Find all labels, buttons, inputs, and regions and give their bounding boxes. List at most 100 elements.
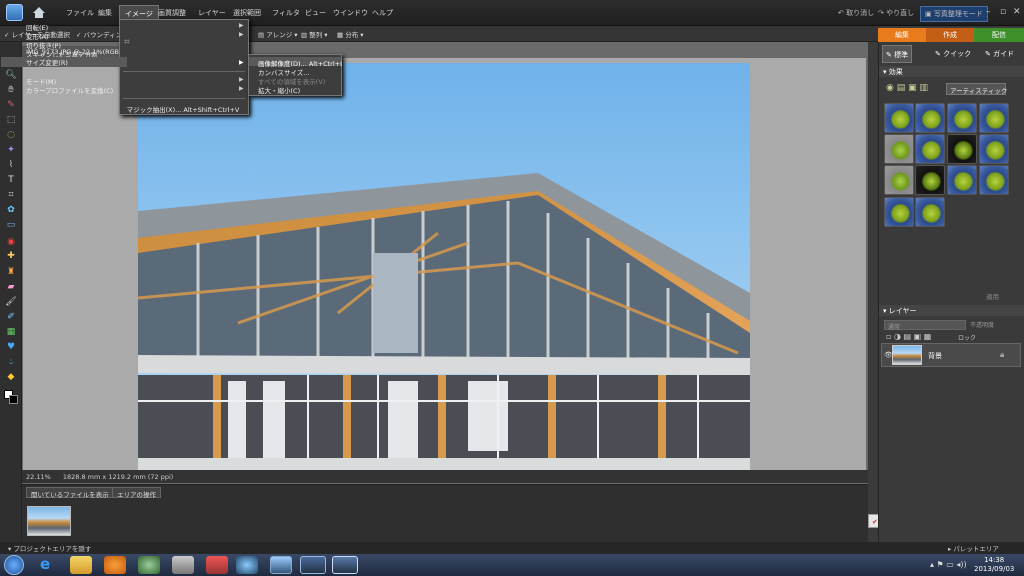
brush-icon[interactable]: 🖌︎ [5,296,17,308]
effects-panel-header[interactable]: ▾ 効果 [879,66,1024,77]
effect-thumb[interactable] [915,197,945,227]
minimize-icon[interactable]: – [986,7,991,17]
clone-stamp-icon[interactable]: ♜ [5,266,17,278]
smart-brush-icon[interactable]: ✐ [5,311,17,323]
tab-create[interactable]: 作成 [926,28,974,42]
effect-thumb[interactable] [979,103,1009,133]
close-icon[interactable]: ✕ [1013,7,1021,17]
chevron-right-icon: ▶ [239,31,244,38]
effect-thumb[interactable] [915,134,945,164]
tab-quick-edit[interactable]: ✎ クイック [932,45,974,63]
home-icon[interactable] [31,5,47,20]
redo-button[interactable]: ↷ やり直し [878,8,914,18]
layer-thumbnail [892,345,922,365]
red-eye-icon[interactable]: ◉ [5,236,17,248]
marquee-icon[interactable]: ⬚ [5,114,17,126]
effects-category-select[interactable]: アーティスティック [946,83,1007,95]
menu-edit[interactable]: 編集 [98,8,112,18]
app-icon-blue[interactable] [236,556,258,574]
effects-filter-icon[interactable]: ◉ ▤ ▣ ▥ [886,83,928,93]
menu-filter[interactable]: フィルタ [272,8,300,18]
sponge-tool-icon[interactable]: ◆ [5,371,17,383]
menu-item-resize[interactable]: サイズ変更(R) [1,57,127,67]
app-icon-s[interactable] [270,556,292,574]
explorer-icon[interactable] [70,556,92,574]
effect-thumb[interactable] [884,165,914,195]
layer-name[interactable]: 背景 [928,351,942,361]
ie-icon[interactable]: e [40,555,50,573]
elements-editor-icon[interactable] [332,556,358,574]
shape-tool-icon[interactable]: ♥ [5,341,17,353]
effect-thumb[interactable] [884,134,914,164]
magic-wand-icon[interactable]: ✦ [5,144,17,156]
zoom-tool-icon[interactable]: 🔍︎ [5,69,17,81]
effect-thumb[interactable] [915,103,945,133]
crop-tool-icon[interactable]: ⌗ [5,189,17,201]
cookie-cutter-icon[interactable]: ✿ [5,204,17,216]
selection-brush-icon[interactable]: ⌇ [5,159,17,171]
tab-full-edit[interactable]: ✎ 標準 [882,45,913,63]
start-button[interactable] [4,555,24,575]
menu-view[interactable]: ビュー [305,8,326,18]
effect-thumb[interactable] [915,165,945,195]
organizer-button[interactable]: ▣ 写真整理モード [920,6,988,22]
hide-project-area-button[interactable]: ▾ プロジェクトエリアを隠す [8,543,91,553]
tray-icons[interactable]: ▴ ⚑ ▭ ◂)) [930,560,967,569]
bin-thumbnail[interactable] [27,506,71,536]
palette-area-button[interactable]: ▸ パレットエリア [948,543,999,553]
tab-guided-edit[interactable]: ✎ ガイド [982,45,1017,63]
menu-item-scale[interactable]: 拡大・縮小(C) [258,85,300,95]
effect-thumb[interactable] [947,103,977,133]
app-icon[interactable] [6,4,23,21]
app-icon-gray[interactable] [172,556,194,574]
effect-thumb[interactable] [947,165,977,195]
undo-label: 取り消し [846,9,875,17]
type-tool-icon[interactable]: T [5,174,17,186]
menu-item-convert-profile[interactable]: カラープロファイルを変換(C) [26,85,113,95]
app-icon-red[interactable] [206,556,228,574]
effect-thumb[interactable] [979,165,1009,195]
menu-file[interactable]: ファイル [66,8,94,18]
elements-organizer-icon[interactable] [300,556,326,574]
lasso-icon[interactable]: ◌ [5,129,17,141]
effects-apply-button[interactable]: 適用 [986,291,999,301]
menu-help[interactable]: ヘルプ [372,8,393,18]
zoom-level[interactable]: 22.11% [26,473,51,481]
eraser-icon[interactable]: ▰ [5,281,17,293]
undo-button[interactable]: ↶ 取り消し [838,8,874,18]
arrange-button[interactable]: ▤ アレンジ ▾ [258,29,298,39]
healing-brush-icon[interactable]: ✚ [5,250,17,262]
bin-show-dropdown[interactable]: 開いているファイルを表示 [26,487,114,499]
blend-mode-select[interactable]: 通常 [884,320,966,331]
layer-tools-icons[interactable]: ▫ ◑ ▤ ▣ ▦ [886,332,931,341]
gradient-icon[interactable]: ▦ [5,326,17,338]
menu-layer[interactable]: レイヤー [198,8,226,18]
bin-area-operations[interactable]: エリアの操作 [112,487,161,499]
menu-enhance[interactable]: 画質調整 [158,8,186,18]
effect-thumb[interactable] [947,134,977,164]
hand-tool-icon[interactable]: ✋︎ [5,84,17,96]
image-menu-dropdown [119,19,249,115]
media-player-icon[interactable] [104,556,126,574]
layers-panel-header[interactable]: ▾ レイヤー [879,305,1024,316]
tab-share[interactable]: 配信 [974,28,1024,42]
clock[interactable]: 14:38 2013/09/03 [974,556,1014,574]
eyedropper-icon[interactable]: ✎ [5,99,17,111]
effect-thumb[interactable] [884,197,914,227]
align-button[interactable]: ▥ 整列 ▾ [301,29,328,39]
menu-item-magic-extractor[interactable]: マジック抽出(X)... Alt+Shift+Ctrl+V [118,104,248,114]
background-color-swatch[interactable] [9,395,18,404]
bottom-strip [0,542,1024,554]
app-icon-green[interactable] [138,556,160,574]
menu-select[interactable]: 選択範囲 [233,8,261,18]
document-info[interactable]: 1828.8 mm x 1219.2 mm (72 ppi) [63,473,173,481]
restore-icon[interactable]: ▫ [1000,7,1006,17]
effect-thumb[interactable] [884,103,914,133]
distribute-button[interactable]: ▦ 分布 ▾ [337,29,364,39]
blur-tool-icon[interactable]: 💧︎ [5,356,17,368]
menu-window[interactable]: ウインドウ [333,8,368,18]
straighten-icon[interactable]: ▭ [5,219,17,231]
tab-edit[interactable]: 編集 [878,28,926,42]
effect-thumb[interactable] [979,134,1009,164]
photo-canvas[interactable] [138,63,750,471]
